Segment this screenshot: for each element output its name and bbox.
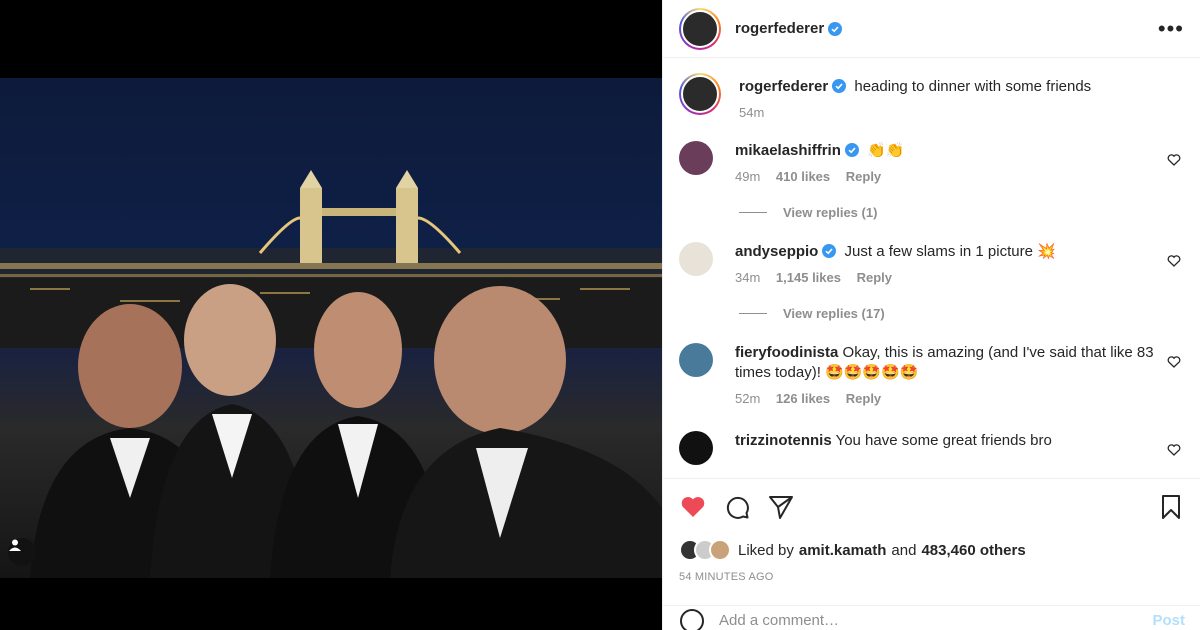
- comment-item: mikaelashiffrin 👏👏 49m 410 likes Reply: [679, 141, 1185, 187]
- view-replies-button[interactable]: View replies (17): [739, 306, 1185, 321]
- commenter-avatar[interactable]: [679, 343, 713, 377]
- comment-time: 49m: [735, 169, 761, 184]
- action-icons: [679, 479, 1185, 535]
- comment-icon[interactable]: [723, 493, 751, 521]
- add-comment-bar: Add a comment… Post: [663, 605, 1200, 630]
- comment-username[interactable]: andyseppio: [735, 243, 818, 260]
- liked-by-and: and: [891, 541, 917, 559]
- post-header: rogerfederer •••: [663, 0, 1200, 58]
- tagged-user-icon[interactable]: [8, 538, 36, 566]
- author-avatar[interactable]: [679, 7, 721, 50]
- comment-username[interactable]: mikaelashiffrin: [735, 142, 841, 159]
- verified-badge-icon: [828, 21, 843, 36]
- commenter-avatar[interactable]: [679, 242, 713, 276]
- liked-by-prefix: Liked by: [738, 541, 794, 559]
- comment-time: 52m: [735, 391, 761, 406]
- verified-badge-icon: [822, 244, 837, 258]
- heart-icon[interactable]: [679, 493, 707, 521]
- comment-likes[interactable]: 126 likes: [776, 391, 830, 406]
- comment-text: Just a few slams in 1 picture 💥: [844, 243, 1056, 260]
- comment-like-heart-icon[interactable]: [1167, 153, 1181, 167]
- caption-avatar[interactable]: [679, 73, 721, 115]
- comment-username[interactable]: trizzinotennis: [735, 432, 832, 449]
- comment-like-heart-icon[interactable]: [1167, 254, 1181, 268]
- caption-time: 54m: [739, 105, 765, 120]
- caption-text: heading to dinner with some friends: [854, 78, 1092, 95]
- post-comment-button[interactable]: Post: [1152, 612, 1185, 629]
- verified-badge-icon: [832, 79, 847, 93]
- comment-item: fieryfoodinista Okay, this is amazing (a…: [679, 343, 1185, 409]
- caption-row: rogerfederer heading to dinner with some…: [679, 73, 1185, 123]
- caption-username[interactable]: rogerfederer: [739, 78, 828, 95]
- post-timestamp: 54 MINUTES AGO: [679, 571, 774, 583]
- commenter-avatar[interactable]: [679, 431, 713, 465]
- post-photo[interactable]: [0, 78, 662, 578]
- reply-button[interactable]: Reply: [857, 270, 892, 285]
- post-media[interactable]: [0, 0, 662, 630]
- post-actions: Liked by amit.kamath and 483,460 others …: [663, 478, 1200, 583]
- liker-avatars[interactable]: [679, 539, 731, 561]
- view-replies-label[interactable]: View replies (1): [783, 205, 877, 220]
- comment-input[interactable]: Add a comment…: [719, 612, 839, 629]
- comment-text: 👏👏: [867, 142, 905, 159]
- comment-item: andyseppio Just a few slams in 1 picture…: [679, 242, 1185, 288]
- liked-by-others[interactable]: 483,460 others: [921, 542, 1025, 559]
- liker-avatar: [709, 539, 731, 561]
- post-side-panel: rogerfederer ••• rogerfederer heading to…: [662, 0, 1200, 630]
- comment-likes[interactable]: 410 likes: [776, 169, 830, 184]
- comments-list[interactable]: rogerfederer heading to dinner with some…: [663, 59, 1200, 477]
- comment-time: 34m: [735, 270, 761, 285]
- view-replies-button[interactable]: View replies (1): [739, 205, 1185, 220]
- comment-like-heart-icon[interactable]: [1167, 443, 1181, 457]
- comment-like-heart-icon[interactable]: [1167, 355, 1181, 369]
- share-icon[interactable]: [767, 493, 795, 521]
- reply-button[interactable]: Reply: [846, 169, 881, 184]
- reply-button[interactable]: Reply: [846, 391, 881, 406]
- comment-username[interactable]: fieryfoodinista: [735, 344, 838, 361]
- photo-illustration: [0, 170, 662, 578]
- more-options-icon[interactable]: •••: [1158, 17, 1184, 39]
- commenter-avatar[interactable]: [679, 141, 713, 175]
- likes-summary: Liked by amit.kamath and 483,460 others: [679, 535, 1185, 565]
- comment-item: trizzinotennis You have some great frien…: [679, 431, 1185, 465]
- bookmark-icon[interactable]: [1157, 493, 1185, 521]
- liked-by-user[interactable]: amit.kamath: [799, 542, 887, 559]
- view-replies-label[interactable]: View replies (17): [783, 306, 885, 321]
- comment-likes[interactable]: 1,145 likes: [776, 270, 841, 285]
- comment-text: You have some great friends bro: [835, 432, 1052, 449]
- emoji-icon[interactable]: [679, 608, 705, 630]
- verified-badge-icon: [844, 143, 859, 157]
- header-username[interactable]: rogerfederer: [735, 20, 824, 37]
